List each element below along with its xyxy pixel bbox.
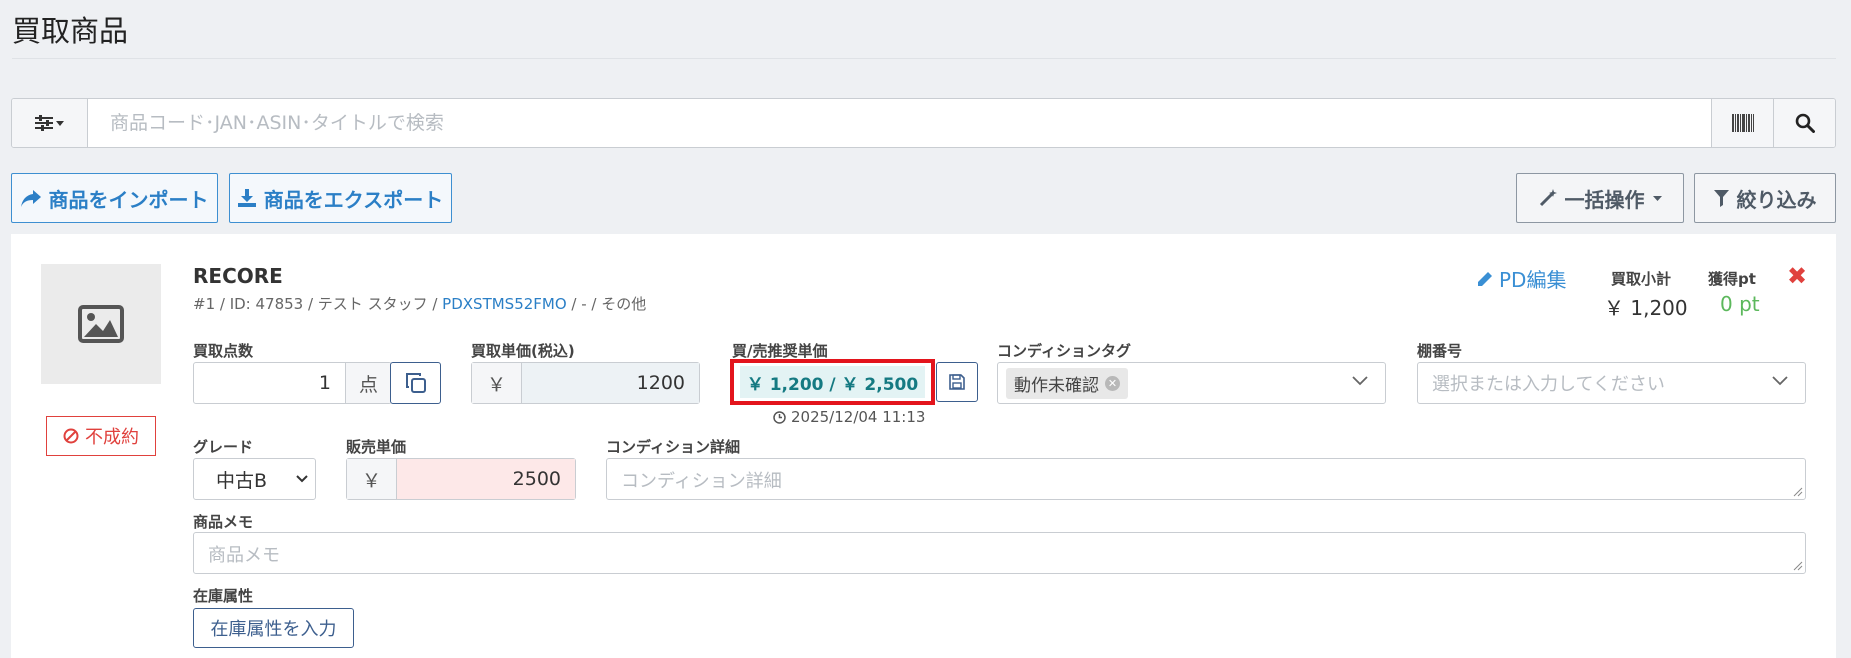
- chevron-down-icon: [296, 475, 308, 483]
- points-label: 獲得pt: [1708, 270, 1756, 288]
- filter-button[interactable]: 絞り込み: [1694, 173, 1836, 223]
- product-name: RECORE: [193, 264, 283, 288]
- timestamp-text: 2025/12/04 11:13: [791, 408, 926, 426]
- sliders-icon: [35, 115, 53, 131]
- grade-select[interactable]: 中古B: [193, 458, 316, 500]
- barcode-icon: [1731, 114, 1754, 132]
- condition-detail-placeholder: コンディション詳細: [621, 471, 782, 492]
- condition-tag-text: 動作未確認: [1014, 375, 1099, 396]
- no-contract-status-button[interactable]: 不成約: [46, 416, 156, 456]
- share-icon: [20, 189, 41, 207]
- memo-textarea[interactable]: 商品メモ: [193, 532, 1806, 574]
- quantity-value: 1: [318, 372, 331, 394]
- product-thumbnail[interactable]: [41, 264, 161, 384]
- meta-prefix: #1 / ID: 47853 / テスト スタッフ /: [193, 295, 443, 313]
- save-recommended-price-button[interactable]: [936, 362, 978, 402]
- condition-tag-chip: 動作未確認 ✕: [1006, 367, 1128, 399]
- quantity-unit: 点: [345, 363, 391, 403]
- product-meta: #1 / ID: 47853 / テスト スタッフ / PDXSTMS52FMO…: [193, 293, 646, 314]
- page-title: 買取商品: [12, 14, 129, 48]
- unit-price-label: 買取単価(税込): [471, 342, 575, 360]
- export-label: 商品をエクスポート: [263, 187, 444, 212]
- export-products-button[interactable]: 商品をエクスポート: [229, 173, 452, 223]
- bulk-action-button[interactable]: 一括操作: [1516, 173, 1684, 223]
- recommended-price-value: ￥ 1,200 / ￥ 2,500: [740, 366, 925, 398]
- memo-placeholder: 商品メモ: [208, 545, 280, 566]
- recommended-price-timestamp: 2025/12/04 11:13: [773, 408, 925, 426]
- resize-grip-icon[interactable]: [1793, 487, 1803, 497]
- product-code-link[interactable]: PDXSTMS52FMO: [442, 295, 566, 313]
- shelf-select[interactable]: 選択または入力してください: [1417, 362, 1806, 404]
- caret-down-icon: [1652, 195, 1662, 201]
- condition-detail-textarea[interactable]: コンディション詳細: [606, 458, 1806, 500]
- title-divider: [12, 58, 1836, 59]
- remove-tag-icon[interactable]: ✕: [1105, 375, 1120, 391]
- condition-detail-label: コンディション詳細: [606, 438, 740, 456]
- search-icon: [1795, 113, 1815, 133]
- image-placeholder-icon: [78, 305, 124, 343]
- condition-tag-label: コンディションタグ: [997, 342, 1131, 360]
- meta-suffix: / - / その他: [566, 295, 647, 313]
- pd-edit-link[interactable]: PD編集: [1477, 264, 1566, 293]
- chevron-down-icon: [1352, 376, 1368, 386]
- barcode-scan-button[interactable]: [1711, 99, 1773, 147]
- chevron-down-icon: [1772, 376, 1788, 386]
- condition-tag-select[interactable]: 動作未確認 ✕: [997, 362, 1386, 404]
- unit-price-currency: ￥: [472, 363, 522, 403]
- sale-price-currency: ￥: [347, 459, 397, 499]
- shelf-placeholder: 選択または入力してください: [1432, 374, 1665, 395]
- search-button[interactable]: [1773, 99, 1835, 147]
- copy-icon: [405, 373, 426, 393]
- search-filter-toggle[interactable]: [12, 99, 88, 147]
- grade-label: グレード: [193, 438, 254, 456]
- quantity-field[interactable]: 1 点: [193, 362, 392, 404]
- quantity-label: 買取点数: [193, 342, 254, 360]
- ban-icon: [63, 428, 79, 444]
- bulk-label: 一括操作: [1564, 187, 1645, 212]
- import-products-button[interactable]: 商品をインポート: [11, 173, 218, 223]
- copy-quantity-button[interactable]: [390, 362, 441, 404]
- filter-label: 絞り込み: [1736, 187, 1817, 212]
- remove-item-icon[interactable]: ✖: [1787, 262, 1807, 290]
- save-icon: [949, 374, 965, 390]
- magic-wand-icon: [1539, 189, 1557, 207]
- memo-label: 商品メモ: [193, 513, 254, 531]
- purchase-item-card: 不成約 RECORE #1 / ID: 47853 / テスト スタッフ / P…: [11, 234, 1836, 658]
- points-value: 0 pt: [1720, 292, 1760, 316]
- sale-price-value: 2500: [397, 459, 575, 499]
- caret-down-icon: [56, 120, 64, 126]
- search-input[interactable]: [88, 99, 1711, 147]
- search-bar: [11, 98, 1836, 148]
- status-label: 不成約: [85, 427, 139, 448]
- download-icon: [237, 189, 256, 207]
- recommended-price-box[interactable]: ￥ 1,200 / ￥ 2,500: [730, 359, 935, 405]
- inventory-attr-button[interactable]: 在庫属性を入力: [193, 608, 354, 648]
- clock-icon: [773, 410, 786, 424]
- unit-price-value: 1200: [522, 363, 699, 403]
- sale-price-field[interactable]: ￥ 2500: [346, 458, 576, 500]
- inventory-attr-label: 在庫属性: [193, 587, 254, 605]
- pencil-icon: [1478, 271, 1492, 286]
- unit-price-field[interactable]: ￥ 1200: [471, 362, 700, 404]
- pd-edit-label: PD編集: [1499, 268, 1567, 292]
- filter-funnel-icon: [1713, 189, 1729, 207]
- shelf-label: 棚番号: [1417, 342, 1463, 360]
- recommended-price-label: 買/売推奨単価: [732, 342, 828, 360]
- grade-value: 中古B: [216, 469, 268, 492]
- subtotal-label: 買取小計: [1611, 270, 1672, 288]
- subtotal-value: ￥ 1,200: [1604, 296, 1688, 320]
- sale-price-label: 販売単価: [346, 438, 407, 456]
- resize-grip-icon[interactable]: [1793, 561, 1803, 571]
- import-label: 商品をインポート: [48, 187, 209, 212]
